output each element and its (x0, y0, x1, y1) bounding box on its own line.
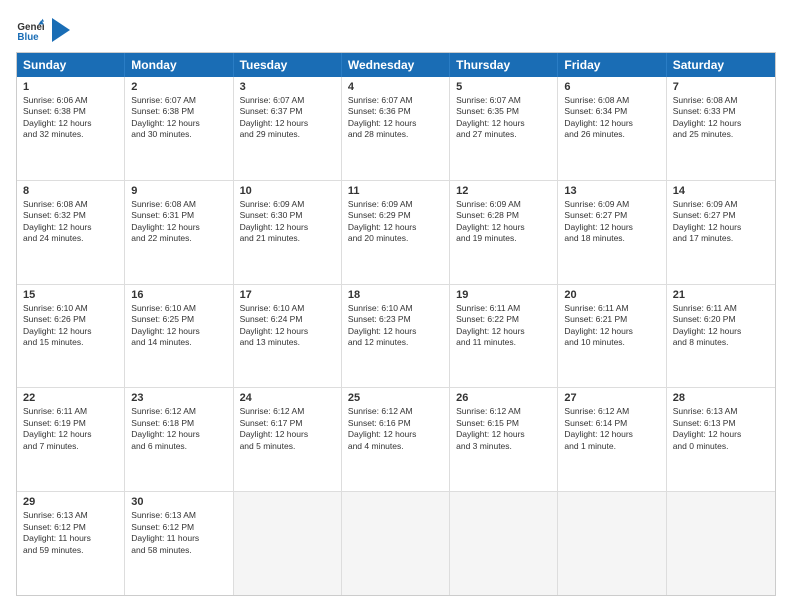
cal-cell-3: 3Sunrise: 6:07 AMSunset: 6:37 PMDaylight… (234, 77, 342, 180)
cal-cell-9: 9Sunrise: 6:08 AMSunset: 6:31 PMDaylight… (125, 181, 233, 284)
cal-cell-24: 24Sunrise: 6:12 AMSunset: 6:17 PMDayligh… (234, 388, 342, 491)
cal-cell-19: 19Sunrise: 6:11 AMSunset: 6:22 PMDayligh… (450, 285, 558, 388)
cal-cell-22: 22Sunrise: 6:11 AMSunset: 6:19 PMDayligh… (17, 388, 125, 491)
cal-cell-30: 30Sunrise: 6:13 AMSunset: 6:12 PMDayligh… (125, 492, 233, 595)
cal-cell-20: 20Sunrise: 6:11 AMSunset: 6:21 PMDayligh… (558, 285, 666, 388)
cal-cell-6: 6Sunrise: 6:08 AMSunset: 6:34 PMDaylight… (558, 77, 666, 180)
cal-cell-25: 25Sunrise: 6:12 AMSunset: 6:16 PMDayligh… (342, 388, 450, 491)
header-thursday: Thursday (450, 53, 558, 77)
cal-cell-5: 5Sunrise: 6:07 AMSunset: 6:35 PMDaylight… (450, 77, 558, 180)
logo: General Blue (16, 16, 70, 44)
cal-cell-26: 26Sunrise: 6:12 AMSunset: 6:15 PMDayligh… (450, 388, 558, 491)
cal-cell-28: 28Sunrise: 6:13 AMSunset: 6:13 PMDayligh… (667, 388, 775, 491)
calendar-row-0: 1Sunrise: 6:06 AMSunset: 6:38 PMDaylight… (17, 77, 775, 180)
cal-cell-7: 7Sunrise: 6:08 AMSunset: 6:33 PMDaylight… (667, 77, 775, 180)
header-saturday: Saturday (667, 53, 775, 77)
cal-cell-2: 2Sunrise: 6:07 AMSunset: 6:38 PMDaylight… (125, 77, 233, 180)
cal-cell-empty-4-5 (558, 492, 666, 595)
cal-cell-17: 17Sunrise: 6:10 AMSunset: 6:24 PMDayligh… (234, 285, 342, 388)
cal-cell-12: 12Sunrise: 6:09 AMSunset: 6:28 PMDayligh… (450, 181, 558, 284)
cal-cell-1: 1Sunrise: 6:06 AMSunset: 6:38 PMDaylight… (17, 77, 125, 180)
calendar-header: Sunday Monday Tuesday Wednesday Thursday… (17, 53, 775, 77)
cal-cell-empty-4-6 (667, 492, 775, 595)
header-sunday: Sunday (17, 53, 125, 77)
svg-text:Blue: Blue (17, 32, 39, 43)
cal-cell-8: 8Sunrise: 6:08 AMSunset: 6:32 PMDaylight… (17, 181, 125, 284)
cal-cell-11: 11Sunrise: 6:09 AMSunset: 6:29 PMDayligh… (342, 181, 450, 284)
header-tuesday: Tuesday (234, 53, 342, 77)
header: General Blue (16, 16, 776, 44)
cal-cell-13: 13Sunrise: 6:09 AMSunset: 6:27 PMDayligh… (558, 181, 666, 284)
cal-cell-23: 23Sunrise: 6:12 AMSunset: 6:18 PMDayligh… (125, 388, 233, 491)
cal-cell-14: 14Sunrise: 6:09 AMSunset: 6:27 PMDayligh… (667, 181, 775, 284)
calendar: Sunday Monday Tuesday Wednesday Thursday… (16, 52, 776, 596)
cal-cell-empty-4-4 (450, 492, 558, 595)
cal-cell-27: 27Sunrise: 6:12 AMSunset: 6:14 PMDayligh… (558, 388, 666, 491)
logo-arrow-icon (52, 18, 70, 42)
calendar-body: 1Sunrise: 6:06 AMSunset: 6:38 PMDaylight… (17, 77, 775, 595)
page: General Blue Sunday Monday Tuesday Wedne… (0, 0, 792, 612)
header-friday: Friday (558, 53, 666, 77)
header-monday: Monday (125, 53, 233, 77)
cal-cell-15: 15Sunrise: 6:10 AMSunset: 6:26 PMDayligh… (17, 285, 125, 388)
logo-icon: General Blue (16, 16, 44, 44)
cal-cell-18: 18Sunrise: 6:10 AMSunset: 6:23 PMDayligh… (342, 285, 450, 388)
header-wednesday: Wednesday (342, 53, 450, 77)
cal-cell-empty-4-2 (234, 492, 342, 595)
cal-cell-16: 16Sunrise: 6:10 AMSunset: 6:25 PMDayligh… (125, 285, 233, 388)
cal-cell-empty-4-3 (342, 492, 450, 595)
cal-cell-29: 29Sunrise: 6:13 AMSunset: 6:12 PMDayligh… (17, 492, 125, 595)
calendar-row-3: 22Sunrise: 6:11 AMSunset: 6:19 PMDayligh… (17, 387, 775, 491)
calendar-row-1: 8Sunrise: 6:08 AMSunset: 6:32 PMDaylight… (17, 180, 775, 284)
calendar-row-2: 15Sunrise: 6:10 AMSunset: 6:26 PMDayligh… (17, 284, 775, 388)
cal-cell-4: 4Sunrise: 6:07 AMSunset: 6:36 PMDaylight… (342, 77, 450, 180)
calendar-row-4: 29Sunrise: 6:13 AMSunset: 6:12 PMDayligh… (17, 491, 775, 595)
cal-cell-21: 21Sunrise: 6:11 AMSunset: 6:20 PMDayligh… (667, 285, 775, 388)
cal-cell-10: 10Sunrise: 6:09 AMSunset: 6:30 PMDayligh… (234, 181, 342, 284)
